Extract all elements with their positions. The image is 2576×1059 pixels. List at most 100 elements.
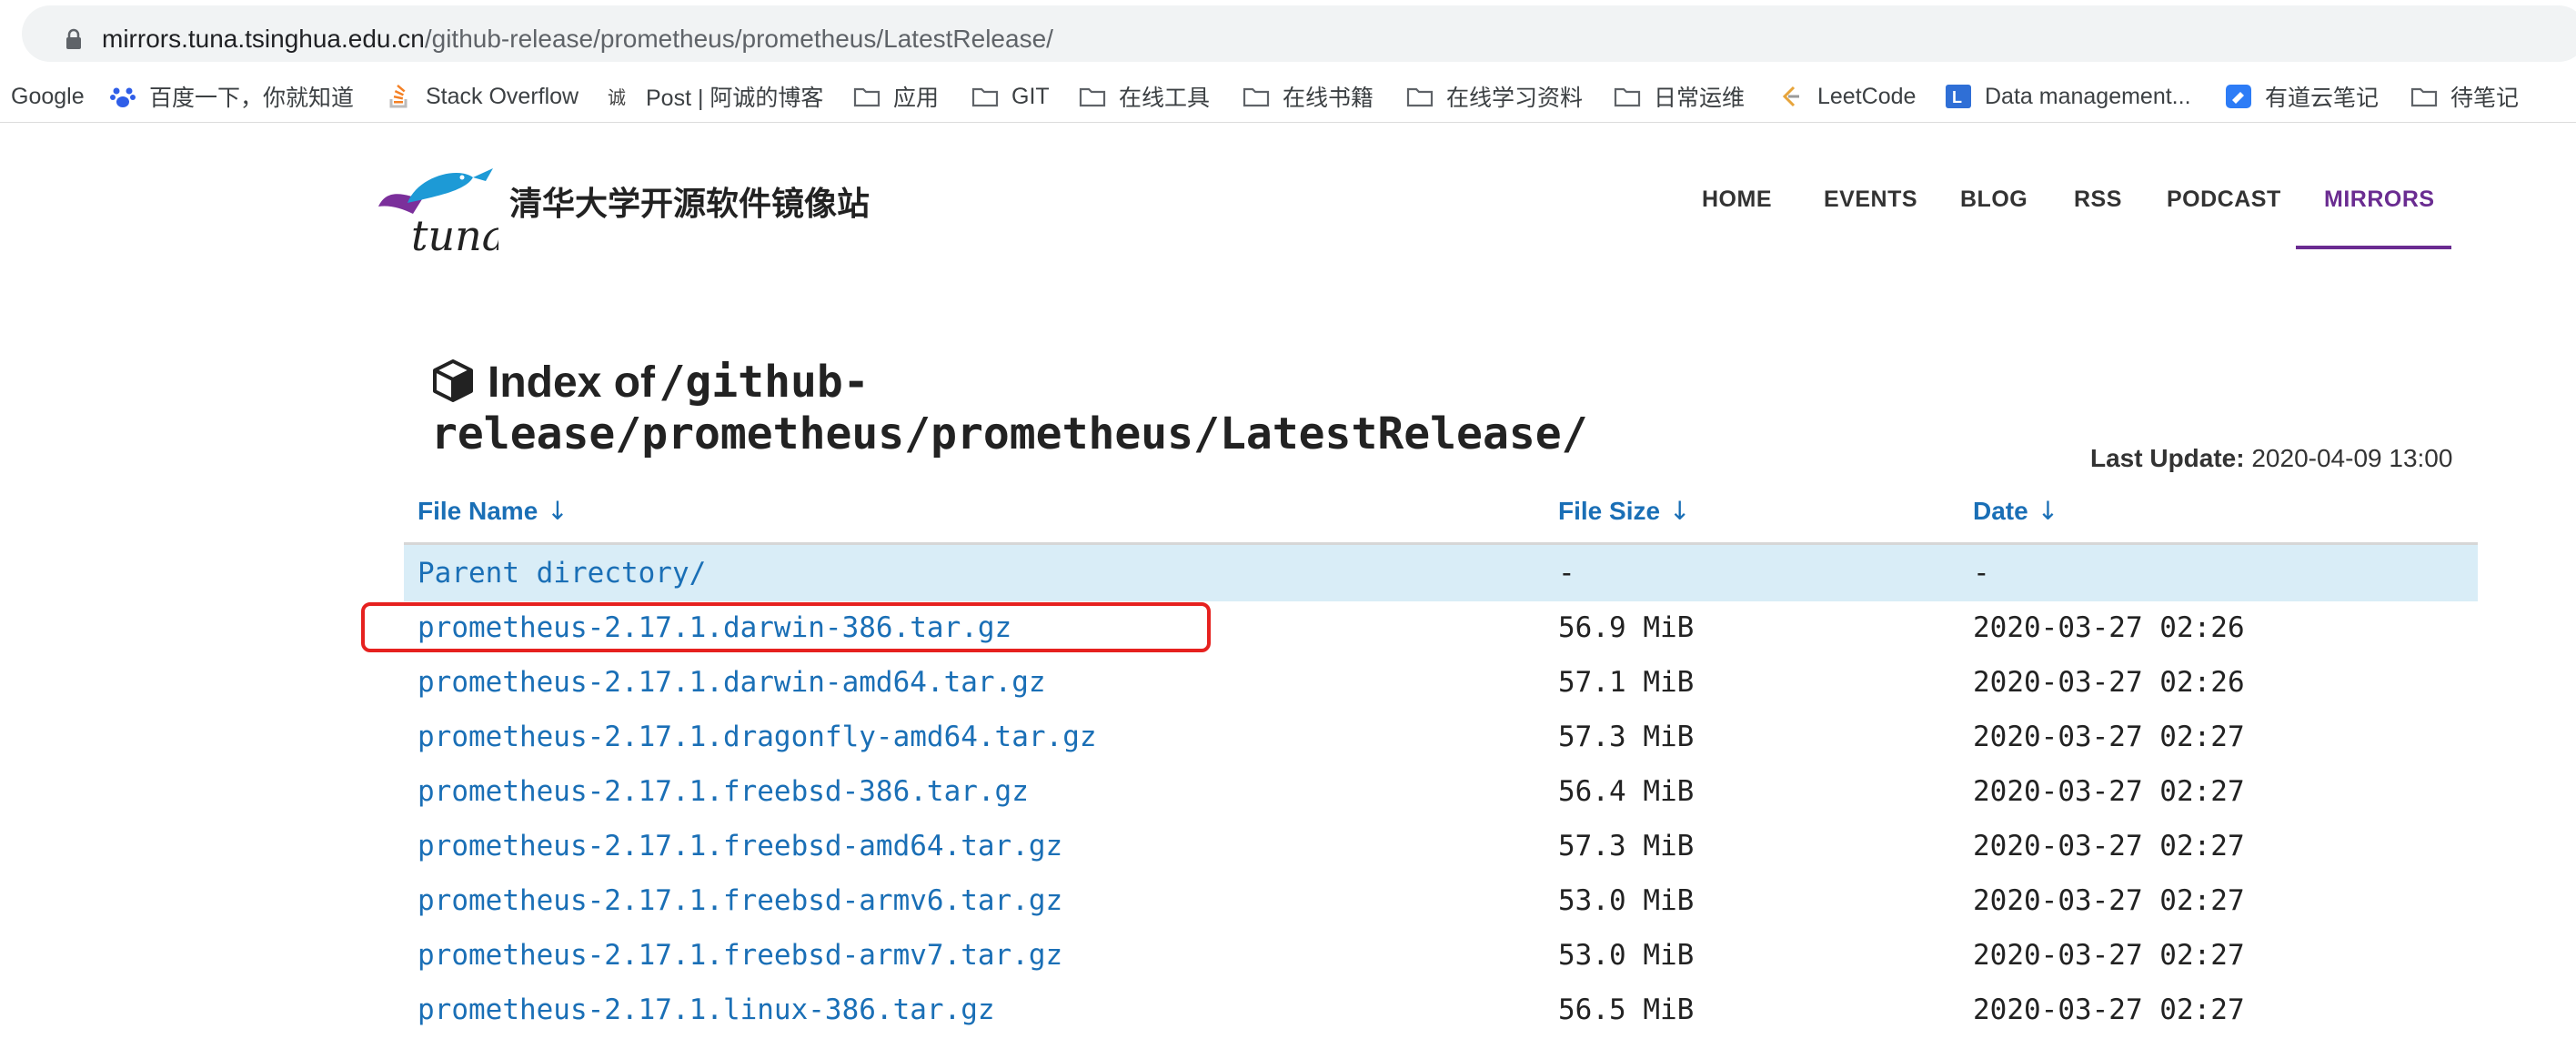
file-size: - [1558,557,1575,590]
highlight-annotation-box [361,602,1211,652]
bookmark-blog[interactable]: 诚 Post | 阿诚的博客 [606,71,823,122]
sort-arrow-icon: ↓ [2037,496,2059,526]
bookmark-label: GIT [1011,83,1050,109]
nav-podcast[interactable]: PODCAST [2167,187,2281,213]
data-icon: L [1946,85,1971,108]
nav-rss[interactable]: RSS [2074,187,2122,213]
url-path: /github-release/prometheus/prometheus/La… [424,25,1053,53]
bookmark-folder-pending-notes[interactable]: 待笔记 [2410,71,2519,122]
heading-path-line2: release/prometheus/prometheus/LatestRele… [431,408,1588,459]
table-row: prometheus-2.17.1.dragonfly-amd64.tar.gz… [404,710,2478,764]
lock-icon [66,28,81,49]
column-label: File Name [418,497,538,525]
sort-arrow-icon: ↓ [547,496,569,526]
cube-icon [433,359,473,402]
heading-prefix: Index of [488,358,656,407]
file-link[interactable]: prometheus-2.17.1.darwin-amd64.tar.gz [418,655,1046,710]
folder-icon [853,87,880,107]
nav-events[interactable]: EVENTS [1824,187,1917,213]
nav-blog[interactable]: BLOG [1960,187,2028,213]
svg-text:L: L [1952,88,1962,106]
folder-icon [1079,87,1106,107]
site-title[interactable]: 清华大学开源软件镜像站 [509,177,870,225]
file-date: 2020-03-27 02:27 [1973,939,2245,972]
bookmark-folder-learning[interactable]: 在线学习资料 [1406,71,1583,122]
bookmark-folder-git[interactable]: GIT [971,71,1050,122]
bookmark-label: Google [11,83,85,109]
site-header: tuna 清华大学开源软件镜像站 HOME EVENTS BLOG RSS PO… [0,123,2576,259]
file-date: - [1973,557,1990,590]
file-size: 56.5 MiB [1558,993,1695,1026]
file-link[interactable]: prometheus-2.17.1.freebsd-amd64.tar.gz [418,819,1062,873]
file-date: 2020-03-27 02:27 [1973,993,2245,1026]
file-size: 53.0 MiB [1558,884,1695,917]
file-link[interactable]: prometheus-2.17.1.freebsd-386.tar.gz [418,764,1029,819]
file-date: 2020-03-27 02:26 [1973,666,2245,699]
bookmark-label: 在线书籍 [1283,86,1374,111]
file-date: 2020-03-27 02:27 [1973,830,2245,862]
address-bar[interactable]: mirrors.tuna.tsinghua.edu.cn/github-rele… [22,5,2576,62]
nav-mirrors[interactable]: MIRRORS [2324,187,2435,213]
page-title: Index of /github- release/prometheus/pro… [431,357,1588,459]
folder-icon [1243,87,1270,107]
bookmark-label: Post | 阿诚的博客 [646,86,824,111]
baidu-paw-icon [110,87,136,107]
last-update-label: Last Update: [2090,444,2245,472]
url-host: mirrors.tuna.tsinghua.edu.cn [102,25,425,53]
file-link[interactable]: prometheus-2.17.1.linux-386.tar.gz [418,983,995,1037]
file-size: 56.9 MiB [1558,611,1695,644]
file-link[interactable]: prometheus-2.17.1.freebsd-armv6.tar.gz [418,873,1062,928]
bookmark-stack-overflow[interactable]: Stack Overflow [386,71,579,122]
nav-active-underline [2296,246,2451,249]
logo-text: tuna [411,211,498,259]
bookmark-google[interactable]: Google [11,71,85,122]
column-label: Date [1973,497,2028,525]
bookmark-data-management[interactable]: L Data management... [1945,71,2191,122]
stackoverflow-icon [389,85,408,108]
file-date: 2020-03-27 02:27 [1973,721,2245,753]
sort-by-file-name[interactable]: File Name ↓ [418,496,569,526]
table-row: prometheus-2.17.1.freebsd-armv6.tar.gz 5… [404,873,2478,928]
bookmark-folder-online-tools[interactable]: 在线工具 [1079,71,1210,122]
folder-icon [1406,87,1434,107]
tuna-logo[interactable]: tuna [371,159,498,259]
bookmark-folder-apps[interactable]: 应用 [853,71,939,122]
table-row: prometheus-2.17.1.freebsd-386.tar.gz 56.… [404,764,2478,819]
table-row: prometheus-2.17.1.freebsd-armv7.tar.gz 5… [404,928,2478,983]
folder-icon [971,87,999,107]
file-link[interactable]: prometheus-2.17.1.freebsd-armv7.tar.gz [418,928,1062,983]
file-size: 57.3 MiB [1558,721,1695,753]
bookmark-leetcode[interactable]: LeetCode [1777,71,1916,122]
bookmark-folder-ops[interactable]: 日常运维 [1614,71,1745,122]
sort-by-file-size[interactable]: File Size ↓ [1558,496,1691,526]
bookmark-label: Stack Overflow [426,83,579,109]
last-update: Last Update: 2020-04-09 13:00 [2090,444,2452,473]
bookmark-baidu[interactable]: 百度一下，你就知道 [109,71,354,122]
bookmark-youdao[interactable]: 有道云笔记 [2225,71,2379,122]
file-link[interactable]: prometheus-2.17.1.dragonfly-amd64.tar.gz [418,710,1097,764]
bookmark-label: Data management... [1985,83,2191,109]
nav-home[interactable]: HOME [1702,187,1772,213]
sort-by-date[interactable]: Date ↓ [1973,496,2058,526]
file-size: 57.1 MiB [1558,666,1695,699]
table-row: prometheus-2.17.1.linux-386.tar.gz 56.5 … [404,983,2478,1037]
bookmark-label: 日常运维 [1654,86,1746,111]
file-date: 2020-03-27 02:27 [1973,775,2245,808]
folder-icon [1614,87,1641,107]
parent-directory-row: Parent directory/ - - [404,545,2478,601]
last-update-value: 2020-04-09 13:00 [2251,444,2453,472]
bookmark-label: 有道云笔记 [2265,86,2380,111]
table-row: prometheus-2.17.1.darwin-amd64.tar.gz 57… [404,655,2478,710]
bookmark-folder-online-books[interactable]: 在线书籍 [1243,71,1374,122]
parent-directory-link[interactable]: Parent directory/ [418,545,706,601]
file-size: 53.0 MiB [1558,939,1695,972]
table-row: prometheus-2.17.1.freebsd-amd64.tar.gz 5… [404,819,2478,873]
bookmark-label: 在线工具 [1119,86,1211,111]
file-size: 57.3 MiB [1558,830,1695,862]
browser-url-bar: mirrors.tuna.tsinghua.edu.cn/github-rele… [0,0,2576,71]
leetcode-icon [1782,86,1799,107]
file-date: 2020-03-27 02:26 [1973,611,2245,644]
url-text[interactable]: mirrors.tuna.tsinghua.edu.cn/github-rele… [102,24,1053,55]
file-date: 2020-03-27 02:27 [1973,884,2245,917]
bookmark-label: LeetCode [1817,83,1917,109]
